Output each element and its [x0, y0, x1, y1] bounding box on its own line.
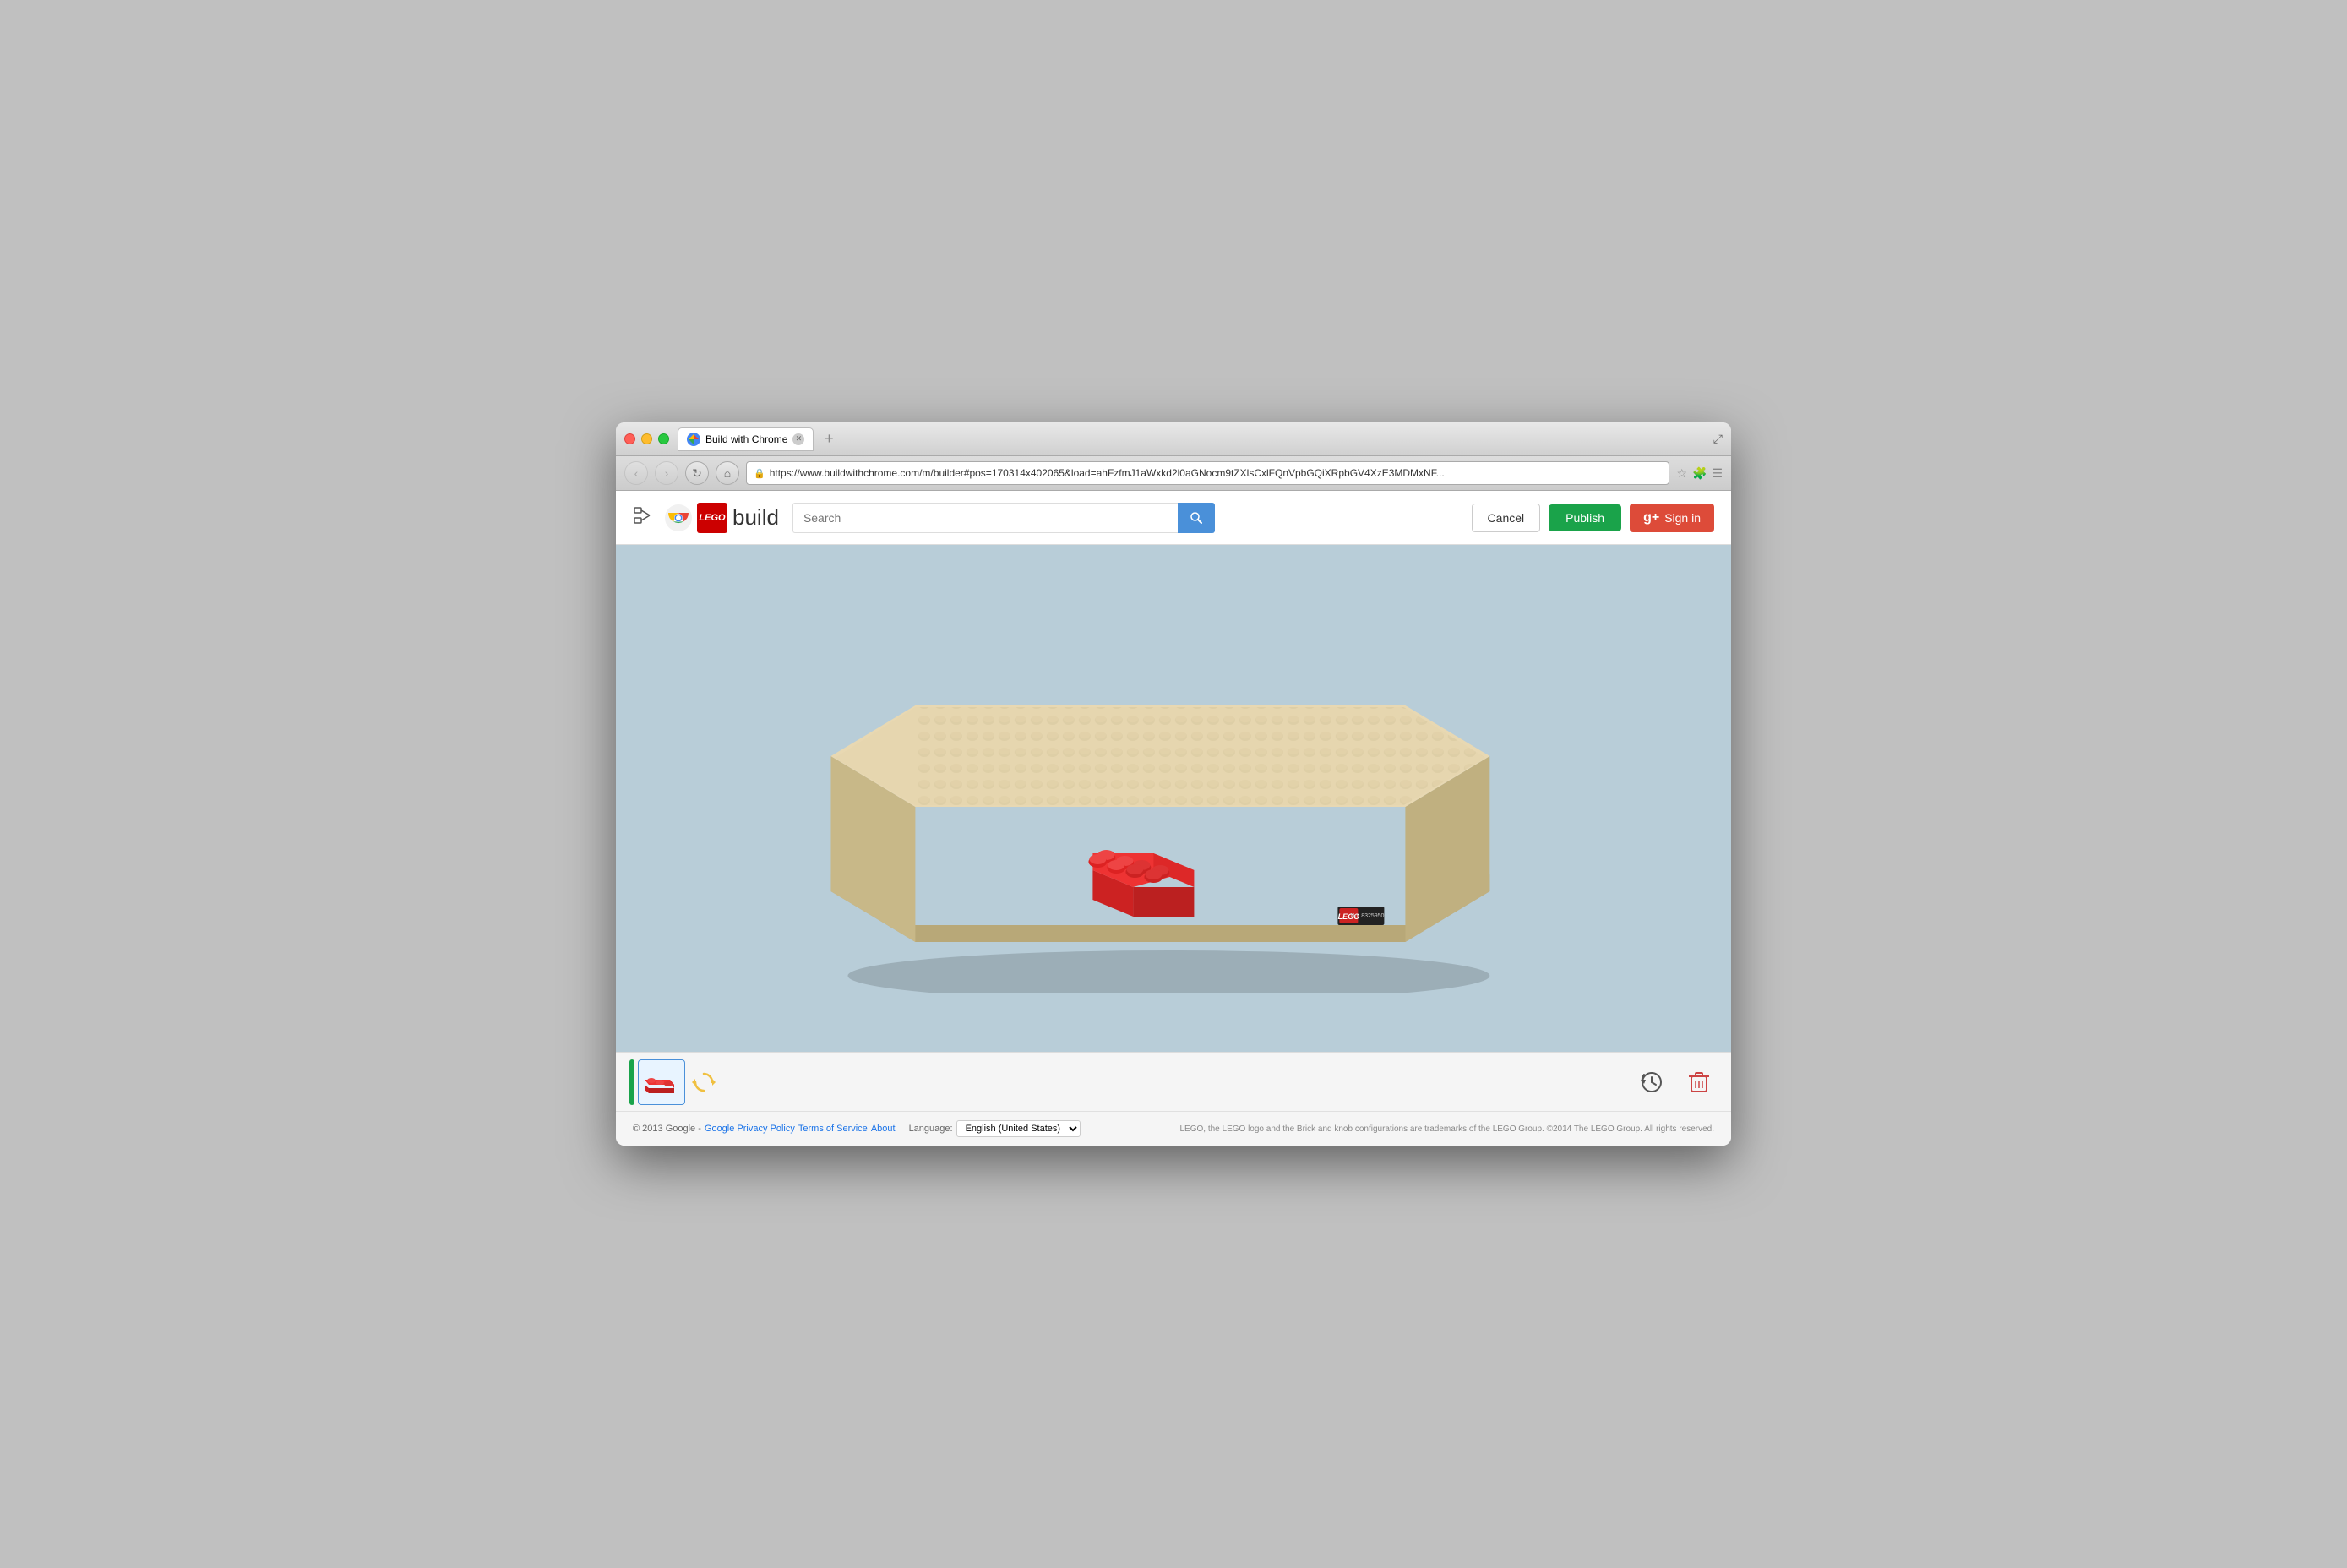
logo-group: LEGO build: [665, 503, 779, 533]
share-button[interactable]: [633, 506, 651, 530]
title-bar: Build with Chrome ✕ + ⤢: [616, 422, 1731, 456]
baseplate-svg: LEGO No. 8325950: [830, 562, 1489, 993]
legal-text: LEGO, the LEGO logo and the Brick and kn…: [1179, 1124, 1714, 1134]
footer-toolbar: [616, 1052, 1731, 1111]
address-bar: ‹ › ↻ ⌂ 🔒 https://www.buildwithchrome.co…: [616, 456, 1731, 491]
page-footer: © 2013 Google - Google Privacy Policy Te…: [616, 1111, 1731, 1146]
history-button[interactable]: [1633, 1064, 1670, 1101]
language-label: Language:: [909, 1124, 953, 1134]
close-button[interactable]: [624, 433, 635, 444]
refresh-button[interactable]: ↻: [685, 461, 709, 485]
about-link[interactable]: About: [871, 1124, 896, 1134]
baseplate-wrapper: LEGO No. 8325950: [830, 562, 1489, 993]
lego-logo: LEGO: [697, 503, 727, 533]
search-button[interactable]: [1178, 503, 1215, 533]
window-controls: ⤢: [1713, 432, 1723, 446]
ssl-icon: 🔒: [754, 468, 765, 479]
svg-text:No. 8325950: No. 8325950: [1350, 913, 1384, 919]
search-icon: [1190, 511, 1203, 525]
language-select: Language: English (United States): [909, 1120, 1081, 1137]
maximize-button[interactable]: [658, 433, 669, 444]
rotate-icon: [692, 1070, 716, 1094]
tab-close-button[interactable]: ✕: [792, 433, 804, 445]
home-button[interactable]: ⌂: [716, 461, 739, 485]
footer-right: LEGO, the LEGO logo and the Brick and kn…: [1179, 1124, 1714, 1134]
cancel-button[interactable]: Cancel: [1472, 504, 1541, 532]
new-tab-button[interactable]: +: [818, 428, 840, 450]
history-icon: [1640, 1070, 1664, 1094]
header-actions: Cancel Publish g+ Sign in: [1472, 504, 1714, 532]
url-text: https://www.buildwithchrome.com/m/builde…: [770, 467, 1445, 479]
tab-bar: Build with Chrome ✕ +: [678, 427, 1713, 451]
tab-title: Build with Chrome: [705, 433, 787, 445]
restore-icon[interactable]: ⤢: [1713, 432, 1723, 446]
browser-window: Build with Chrome ✕ + ⤢ ‹ › ↻ ⌂ 🔒 https:…: [616, 422, 1731, 1146]
tab-favicon: [687, 433, 700, 446]
footer-left: © 2013 Google - Google Privacy Policy Te…: [633, 1120, 1081, 1137]
signin-button[interactable]: g+ Sign in: [1630, 504, 1714, 532]
brick-tray: [629, 1059, 719, 1105]
delete-button[interactable]: [1680, 1064, 1718, 1101]
trash-icon: [1688, 1070, 1710, 1094]
minimize-button[interactable]: [641, 433, 652, 444]
back-button[interactable]: ‹: [624, 461, 648, 485]
language-dropdown[interactable]: English (United States): [956, 1120, 1081, 1137]
gplus-icon: g+: [1643, 510, 1659, 525]
extension-icon[interactable]: 🧩: [1692, 466, 1707, 481]
traffic-lights: [624, 433, 669, 444]
copyright-text: © 2013 Google -: [633, 1124, 701, 1134]
chrome-logo: [665, 504, 692, 531]
tray-indicator: [629, 1059, 634, 1105]
menu-icon[interactable]: ☰: [1712, 466, 1723, 481]
signin-label: Sign in: [1664, 511, 1701, 525]
brick-slot-1[interactable]: [638, 1059, 685, 1105]
share-icon: [633, 506, 651, 525]
url-actions: ☆ 🧩 ☰: [1676, 466, 1723, 481]
canvas-area[interactable]: LEGO No. 8325950: [616, 545, 1731, 1052]
url-bar[interactable]: 🔒 https://www.buildwithchrome.com/m/buil…: [746, 461, 1669, 485]
search-container: [792, 503, 1215, 533]
terms-link[interactable]: Terms of Service: [798, 1124, 868, 1134]
bookmark-icon[interactable]: ☆: [1676, 466, 1687, 481]
rotate-button[interactable]: [689, 1067, 719, 1097]
tool-actions: [1633, 1064, 1718, 1101]
search-input[interactable]: [792, 503, 1178, 533]
app-header: LEGO build Cancel Publish g+ Sign in: [616, 491, 1731, 545]
privacy-link[interactable]: Google Privacy Policy: [705, 1124, 795, 1134]
active-tab[interactable]: Build with Chrome ✕: [678, 427, 814, 451]
build-label: build: [732, 504, 779, 531]
brick-preview: [645, 1070, 678, 1095]
forward-button[interactable]: ›: [655, 461, 678, 485]
publish-button[interactable]: Publish: [1549, 504, 1621, 531]
